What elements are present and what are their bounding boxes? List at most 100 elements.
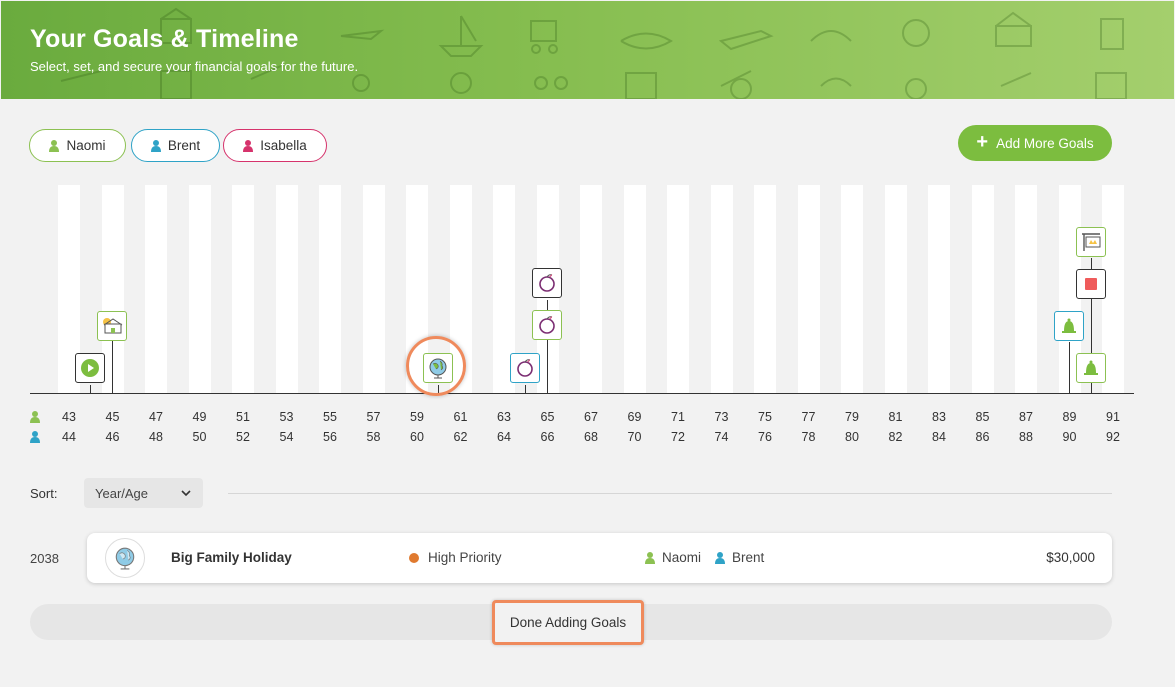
person-icon xyxy=(49,139,60,152)
age-label: 55 xyxy=(323,410,337,424)
age-label: 43 xyxy=(62,410,76,424)
timeline-marker-start[interactable] xyxy=(75,353,105,383)
sale-sign-icon xyxy=(1082,233,1101,251)
age-label: 78 xyxy=(801,430,816,444)
add-more-goals-button[interactable]: + Add More Goals xyxy=(958,125,1112,161)
age-label: 84 xyxy=(932,430,946,444)
person-icon xyxy=(243,139,254,152)
goal-name: Big Family Holiday xyxy=(171,550,292,565)
timeline-marker-tuition[interactable] xyxy=(510,353,540,383)
timeline-marker-retirement[interactable] xyxy=(1054,311,1084,341)
age-label: 88 xyxy=(1019,430,1033,444)
age-label: 70 xyxy=(627,430,642,444)
age-label: 54 xyxy=(279,430,294,444)
age-label: 62 xyxy=(453,430,468,444)
done-adding-goals-label: Done Adding Goals xyxy=(509,615,627,630)
priority-dot-icon xyxy=(409,552,419,563)
age-label: 75 xyxy=(758,410,772,424)
tuition-apple-icon xyxy=(539,316,555,334)
age-label: 46 xyxy=(105,430,120,444)
age-label: 56 xyxy=(323,430,337,444)
age-label: 81 xyxy=(888,410,903,424)
add-more-goals-label: Add More Goals xyxy=(996,135,1094,151)
age-label: 49 xyxy=(192,410,207,424)
age-label: 72 xyxy=(671,430,685,444)
age-label: 50 xyxy=(192,430,207,444)
done-adding-goals-button[interactable]: Done Adding Goals xyxy=(492,600,644,645)
person-chip-label: Brent xyxy=(167,138,201,153)
age-label: 53 xyxy=(279,410,294,424)
timeline-marker-sale[interactable] xyxy=(1076,227,1106,257)
stop-icon xyxy=(1082,275,1100,293)
age-label: 74 xyxy=(714,430,729,444)
age-label: 52 xyxy=(236,430,250,444)
goal-people: Naomi Brent xyxy=(645,550,764,565)
person-chip-label: Naomi xyxy=(66,138,106,153)
goal-icon-wrapper xyxy=(105,538,145,578)
divider xyxy=(228,493,1112,494)
age-label: 45 xyxy=(105,410,120,424)
sort-dropdown[interactable]: Year/Age xyxy=(84,478,203,508)
goal-person-name: Brent xyxy=(732,550,765,565)
age-label: 47 xyxy=(149,410,163,424)
age-label: 90 xyxy=(1062,430,1077,444)
age-label: 76 xyxy=(758,430,772,444)
age-label: 69 xyxy=(627,410,642,424)
age-label: 57 xyxy=(366,410,381,424)
timeline-marker-retirement[interactable] xyxy=(1076,353,1106,383)
age-label: 80 xyxy=(845,430,859,444)
age-label: 61 xyxy=(453,410,468,424)
retirement-bell-icon xyxy=(1062,318,1076,333)
globe-icon xyxy=(115,547,135,570)
age-label: 86 xyxy=(975,430,990,444)
age-label: 66 xyxy=(540,430,555,444)
plus-icon: + xyxy=(976,130,989,153)
goal-person-name: Naomi xyxy=(662,550,702,565)
page-header: Your Goals & Timeline Select, set, and s… xyxy=(1,1,1174,99)
chevron-down-icon xyxy=(181,490,191,497)
age-label: 71 xyxy=(671,410,685,424)
goal-amount: $30,000 xyxy=(1046,550,1095,565)
timeline-marker-end[interactable] xyxy=(1076,269,1106,299)
person-chip-isabella[interactable]: Isabella xyxy=(223,129,327,162)
goal-priority: High Priority xyxy=(409,550,502,565)
sort-label: Sort: xyxy=(30,486,58,501)
age-label: 79 xyxy=(845,410,859,424)
page-title: Your Goals & Timeline xyxy=(30,25,299,53)
age-label: 65 xyxy=(540,410,555,424)
person-chip-label: Isabella xyxy=(260,138,307,153)
age-label: 59 xyxy=(410,410,424,424)
goal-priority-label: High Priority xyxy=(428,550,502,565)
age-label: 60 xyxy=(410,430,424,444)
age-label: 63 xyxy=(497,410,511,424)
age-label: 91 xyxy=(1106,410,1120,424)
person-chip-brent[interactable]: Brent xyxy=(131,129,220,162)
selected-marker-highlight xyxy=(406,336,466,396)
person-icon xyxy=(645,551,655,564)
age-label: 64 xyxy=(497,430,511,444)
age-label: 44 xyxy=(62,430,76,444)
age-label: 92 xyxy=(1106,430,1120,444)
goal-year: 2038 xyxy=(30,551,59,566)
sort-value: Year/Age xyxy=(95,485,149,501)
age-label: 77 xyxy=(801,410,816,424)
timeline-marker-tuition[interactable] xyxy=(532,268,562,298)
tuition-apple-icon xyxy=(539,274,555,292)
brent-age-row: 44 46 48 50 52 54 56 58 60 62 64 66 68 70 72 74 76 78 80 82… xyxy=(0,430,1175,446)
age-label: 48 xyxy=(149,430,163,444)
person-chip-naomi[interactable]: Naomi xyxy=(29,129,126,162)
timeline-marker-house[interactable] xyxy=(97,311,127,341)
age-label: 58 xyxy=(366,430,381,444)
tuition-apple-icon xyxy=(517,359,533,377)
age-label: 82 xyxy=(888,430,903,444)
age-label: 67 xyxy=(584,410,598,424)
age-label: 83 xyxy=(932,410,946,424)
goal-card[interactable]: Big Family Holiday High Priority Naomi B… xyxy=(87,533,1112,583)
timeline-marker-tuition[interactable] xyxy=(532,310,562,340)
play-icon xyxy=(81,359,99,377)
age-label: 51 xyxy=(236,410,250,424)
age-label: 73 xyxy=(714,410,729,424)
retirement-bell-icon xyxy=(1084,360,1098,375)
age-label: 89 xyxy=(1062,410,1077,424)
age-label: 87 xyxy=(1019,410,1033,424)
